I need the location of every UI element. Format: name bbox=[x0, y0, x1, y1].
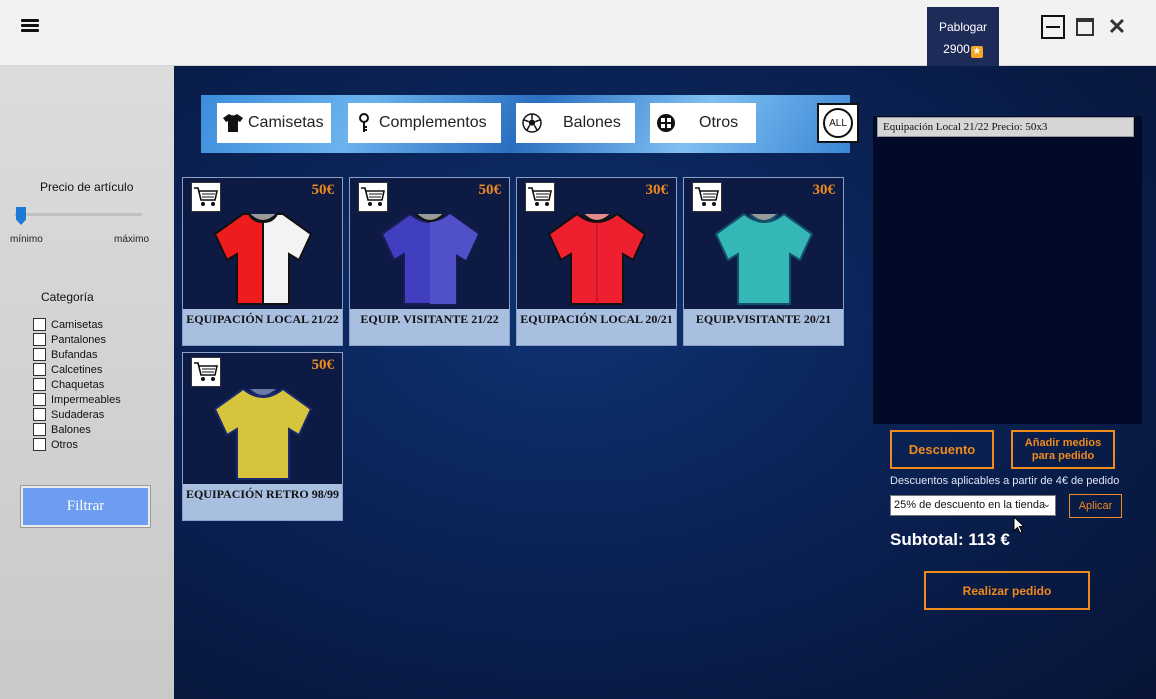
jersey-image bbox=[547, 212, 647, 305]
main-content: Camisetas Complementos Balones Otros ALL… bbox=[174, 66, 1156, 699]
tab-camisetas[interactable]: Camisetas bbox=[217, 103, 331, 143]
points-value: 2900 bbox=[943, 42, 970, 56]
product-price: 30€ bbox=[812, 182, 836, 198]
hamburger-icon[interactable] bbox=[21, 19, 39, 33]
filter-button[interactable]: Filtrar bbox=[20, 485, 151, 528]
category-checkbox[interactable]: Pantalones bbox=[33, 332, 121, 347]
add-payment-button[interactable]: Añadir medios para pedido bbox=[1011, 430, 1115, 469]
product-name: EQUIPACIÓN LOCAL 21/22 bbox=[183, 309, 342, 345]
category-checkbox[interactable]: Sudaderas bbox=[33, 407, 121, 422]
product-card[interactable]: 50€ EQUIPACIÓN LOCAL 21/22 bbox=[182, 177, 343, 346]
category-item-label: Otros bbox=[51, 438, 78, 451]
discount-select[interactable]: 25% de descuento en la tienda ⌄ bbox=[890, 495, 1056, 516]
product-card[interactable]: 30€ EQUIP.VISITANTE 20/21 bbox=[683, 177, 844, 346]
category-checkbox[interactable]: Bufandas bbox=[33, 347, 121, 362]
tshirt-icon bbox=[222, 112, 244, 134]
product-card[interactable]: 50€ EQUIP. VISITANTE 21/22 bbox=[349, 177, 510, 346]
category-checklist: Camisetas Pantalones Bufandas Calcetines… bbox=[33, 317, 121, 452]
checkbox-icon[interactable] bbox=[33, 438, 46, 451]
product-price: 30€ bbox=[645, 182, 669, 198]
tab-label: Balones bbox=[563, 114, 621, 131]
cart-list[interactable]: Equipación Local 21/22 Precio: 50x3 bbox=[873, 116, 1142, 424]
category-checkbox[interactable]: Camisetas bbox=[33, 317, 121, 332]
category-checkbox[interactable]: Balones bbox=[33, 422, 121, 437]
all-button[interactable]: ALL bbox=[817, 103, 859, 143]
price-label: Precio de artículo bbox=[40, 180, 134, 194]
category-checkbox[interactable]: Chaquetas bbox=[33, 377, 121, 392]
maximize-icon[interactable] bbox=[1073, 15, 1097, 39]
tab-complementos[interactable]: Complementos bbox=[348, 103, 501, 143]
tab-label: Camisetas bbox=[248, 114, 324, 131]
checkbox-icon[interactable] bbox=[33, 333, 46, 346]
soccer-ball-icon bbox=[521, 112, 543, 134]
product-price: 50€ bbox=[311, 357, 335, 373]
place-order-button[interactable]: Realizar pedido bbox=[924, 571, 1090, 610]
minimize-icon[interactable] bbox=[1041, 15, 1065, 39]
checkbox-icon[interactable] bbox=[33, 423, 46, 436]
category-label: Categoría bbox=[41, 290, 94, 304]
user-points: 2900 ★ bbox=[927, 42, 999, 58]
all-label: ALL bbox=[823, 108, 853, 138]
product-name: EQUIPACIÓN LOCAL 20/21 bbox=[517, 309, 676, 345]
star-coin-icon: ★ bbox=[970, 46, 983, 58]
discount-button[interactable]: Descuento bbox=[890, 430, 994, 469]
product-card[interactable]: 50€ EQUIPACIÓN RETRO 98/99 bbox=[182, 352, 343, 521]
jersey-image bbox=[380, 212, 480, 305]
category-item-label: Bufandas bbox=[51, 348, 98, 361]
filter-sidebar: Precio de artículo mínimo máximo Categor… bbox=[0, 66, 174, 699]
user-panel[interactable]: Pablogar 2900 ★ bbox=[927, 7, 999, 66]
tab-balones[interactable]: Balones bbox=[516, 103, 635, 143]
checkbox-icon[interactable] bbox=[33, 408, 46, 421]
cart-item[interactable]: Equipación Local 21/22 Precio: 50x3 bbox=[877, 117, 1134, 137]
tab-label: Complementos bbox=[379, 114, 487, 131]
jersey-image bbox=[213, 213, 313, 305]
title-bar: Pablogar 2900 ★ ✕ bbox=[0, 0, 1156, 66]
discount-selected-value: 25% de descuento en la tienda bbox=[894, 499, 1046, 511]
checkbox-icon[interactable] bbox=[33, 378, 46, 391]
checkbox-icon[interactable] bbox=[33, 393, 46, 406]
category-item-label: Impermeables bbox=[51, 393, 121, 406]
grid-circle-icon bbox=[655, 112, 677, 134]
category-bar: Camisetas Complementos Balones Otros ALL bbox=[201, 95, 859, 153]
product-name: EQUIP.VISITANTE 20/21 bbox=[684, 309, 843, 345]
apply-button[interactable]: Aplicar bbox=[1069, 494, 1122, 518]
product-name: EQUIPACIÓN RETRO 98/99 bbox=[183, 484, 342, 520]
discount-note: Descuentos aplicables a partir de 4€ de … bbox=[890, 475, 1120, 487]
checkbox-icon[interactable] bbox=[33, 363, 46, 376]
jersey-image bbox=[213, 387, 313, 480]
category-checkbox[interactable]: Otros bbox=[33, 437, 121, 452]
product-price: 50€ bbox=[311, 182, 335, 198]
subtotal: Subtotal: 113 € bbox=[890, 530, 1010, 549]
price-slider-track[interactable] bbox=[14, 213, 142, 216]
chevron-down-icon: ⌄ bbox=[1042, 499, 1051, 510]
mouse-cursor-icon bbox=[1013, 516, 1025, 534]
user-name: Pablogar bbox=[938, 20, 988, 34]
category-item-label: Calcetines bbox=[51, 363, 103, 376]
category-item-label: Sudaderas bbox=[51, 408, 105, 421]
checkbox-icon[interactable] bbox=[33, 318, 46, 331]
product-name: EQUIP. VISITANTE 21/22 bbox=[350, 309, 509, 345]
jersey-image bbox=[714, 212, 814, 305]
key-icon bbox=[353, 112, 375, 134]
category-item-label: Camisetas bbox=[51, 318, 103, 331]
category-item-label: Chaquetas bbox=[51, 378, 105, 391]
slider-max-label: máximo bbox=[114, 234, 150, 245]
tab-otros[interactable]: Otros bbox=[650, 103, 756, 143]
product-price: 50€ bbox=[478, 182, 502, 198]
checkbox-icon[interactable] bbox=[33, 348, 46, 361]
price-slider-thumb[interactable] bbox=[16, 207, 26, 225]
category-item-label: Pantalones bbox=[51, 333, 107, 346]
category-checkbox[interactable]: Calcetines bbox=[33, 362, 121, 377]
product-card[interactable]: 30€ EQUIPACIÓN LOCAL 20/21 bbox=[516, 177, 677, 346]
category-checkbox[interactable]: Impermeables bbox=[33, 392, 121, 407]
slider-min-label: mínimo bbox=[10, 234, 43, 245]
category-item-label: Balones bbox=[51, 423, 91, 436]
tab-label: Otros bbox=[699, 114, 739, 131]
close-icon[interactable]: ✕ bbox=[1105, 14, 1129, 39]
